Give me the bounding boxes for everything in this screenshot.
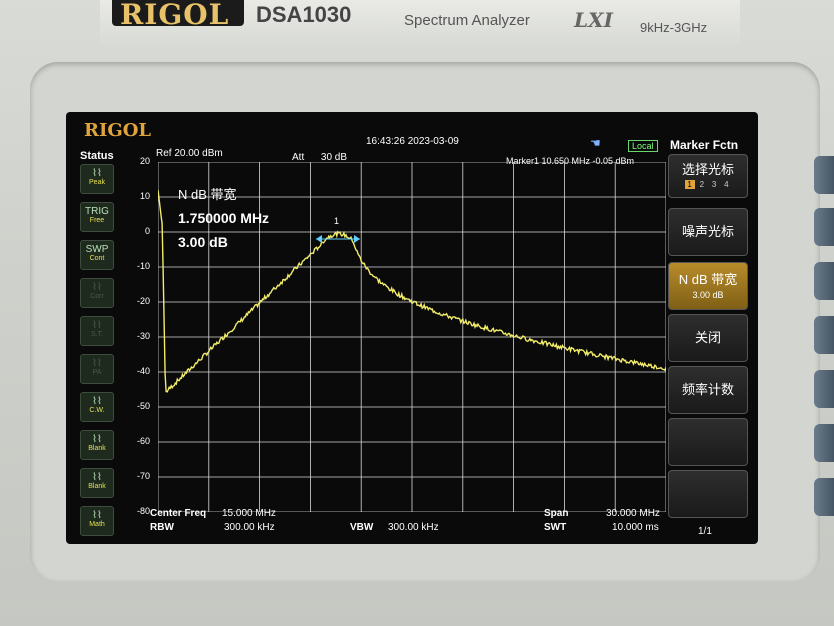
status-glyph: TRIG: [85, 206, 109, 217]
rbw-label: RBW: [150, 522, 174, 533]
status-text: PA: [92, 369, 102, 376]
center-freq-value: 15.000 MHz: [222, 508, 276, 519]
status-glyph: ⌇⌇: [92, 320, 102, 331]
softkey-3[interactable]: [814, 262, 834, 300]
softkey-6[interactable]: [814, 424, 834, 462]
y-tick-label: -60: [136, 436, 150, 446]
screen-logo: RIGOL: [84, 120, 152, 141]
status-glyph: ⌇⌇: [92, 282, 102, 293]
analyzer-screen: RIGOL 16:43:26 2023-03-09 ☚ Local Status…: [66, 112, 758, 544]
frequency-range: 9kHz-3GHz: [640, 20, 708, 35]
y-tick-label: 0: [144, 226, 150, 236]
peak-icon: ⌇⌇ Peak: [80, 164, 114, 194]
vbw-label: VBW: [350, 522, 374, 533]
y-tick-label: -40: [136, 366, 150, 376]
y-tick-label: -20: [136, 296, 150, 306]
status-label: Status: [80, 150, 114, 162]
status-text: Math: [89, 521, 105, 528]
blank-icon: ⌇⌇ Blank: [80, 468, 114, 498]
menu-empty-2[interactable]: [668, 470, 748, 518]
status-glyph: ⌇⌇: [92, 472, 102, 483]
marker-fctn-menu: Marker Fctn 选择光标 1 2 3 4 噪声光标 N dB 带宽 3.…: [668, 134, 754, 540]
status-glyph: ⌇⌇: [92, 434, 102, 445]
status-text: Free: [89, 217, 105, 224]
st-icon: ⌇⌇ S.T.: [80, 316, 114, 346]
brand-logo: RIGOL: [120, 0, 230, 31]
y-tick-label: -80: [136, 506, 150, 516]
y-tick-label: 10: [139, 191, 150, 201]
cw-icon: ⌇⌇ C.W.: [80, 392, 114, 422]
ndb-title: N dB 带宽: [178, 187, 237, 202]
rbw-value: 300.00 kHz: [224, 522, 275, 533]
model-name: DSA1030: [256, 2, 352, 27]
status-text: Peak: [89, 179, 105, 186]
status-glyph: ⌇⌇: [92, 396, 102, 407]
menu-item-value: 3.00 dB: [692, 290, 724, 300]
y-tick-label: 20: [139, 156, 150, 166]
marker-tab-1[interactable]: 1: [684, 180, 695, 189]
menu-title: Marker Fctn: [670, 138, 739, 152]
span-value: 30.000 MHz: [606, 508, 660, 519]
menu-ndb-bandwidth[interactable]: N dB 带宽 3.00 dB: [668, 262, 748, 310]
span-label: Span: [544, 508, 569, 519]
softkey-2[interactable]: [814, 208, 834, 246]
marker-tabs: 1 2 3 4: [669, 180, 747, 189]
status-glyph: SWP: [85, 244, 109, 255]
softkey-7[interactable]: [814, 478, 834, 516]
status-glyph: ⌇⌇: [92, 358, 102, 369]
swp-icon: SWP Cont: [80, 240, 114, 270]
lxi-logo: LXI: [574, 8, 613, 32]
status-text: C.W.: [89, 407, 105, 414]
status-text: Blank: [88, 483, 106, 490]
softkey-4[interactable]: [814, 316, 834, 354]
hand-icon: ☚: [590, 136, 601, 150]
menu-empty-1[interactable]: [668, 418, 748, 466]
ndb-level-value: 3.00 dB: [178, 234, 228, 250]
marker-tab-4[interactable]: 4: [721, 180, 731, 189]
ref-level: Ref 20.00 dBm: [156, 148, 223, 159]
status-text: S.T.: [90, 331, 104, 338]
marker-number: 1: [334, 216, 339, 226]
status-glyph: ⌇⌇: [92, 168, 102, 179]
menu-page: 1/1: [698, 526, 712, 537]
device-type: Spectrum Analyzer: [404, 12, 530, 29]
blank-icon: ⌇⌇ Blank: [80, 430, 114, 460]
local-badge: Local: [628, 140, 658, 152]
swt-label: SWT: [544, 522, 567, 533]
y-tick-label: -50: [136, 401, 150, 411]
ndb-bandwidth-value: 1.750000 MHz: [178, 210, 270, 226]
menu-item-label: 选择光标: [681, 162, 734, 177]
vbw-value: 300.00 kHz: [388, 522, 439, 533]
status-text: Cont: [89, 255, 105, 262]
y-tick-label: -10: [136, 261, 150, 271]
status-text: Corr: [90, 293, 104, 300]
math-icon: ⌇⌇ Math: [80, 506, 114, 536]
menu-select-marker[interactable]: 选择光标 1 2 3 4: [668, 154, 748, 198]
datetime: 16:43:26 2023-03-09: [366, 136, 459, 147]
y-tick-label: -30: [136, 331, 150, 341]
marker-tab-3[interactable]: 3: [709, 180, 719, 189]
swt-value: 10.000 ms: [612, 522, 659, 533]
menu-noise-marker[interactable]: 噪声光标: [668, 208, 748, 256]
menu-freq-count[interactable]: 频率计数: [668, 366, 748, 414]
menu-off[interactable]: 关闭: [668, 314, 748, 362]
status-glyph: ⌇⌇: [92, 510, 102, 521]
pa-icon: ⌇⌇ PA: [80, 354, 114, 384]
status-text: Blank: [88, 445, 106, 452]
menu-item-label: N dB 带宽: [678, 272, 738, 287]
corr-icon: ⌇⌇ Corr: [80, 278, 114, 308]
softkey-5[interactable]: [814, 370, 834, 408]
softkey-1[interactable]: [814, 156, 834, 194]
marker-tab-2[interactable]: 2: [697, 180, 707, 189]
trig-icon: TRIG Free: [80, 202, 114, 232]
center-freq-label: Center Freq: [150, 508, 207, 519]
y-tick-label: -70: [136, 471, 150, 481]
